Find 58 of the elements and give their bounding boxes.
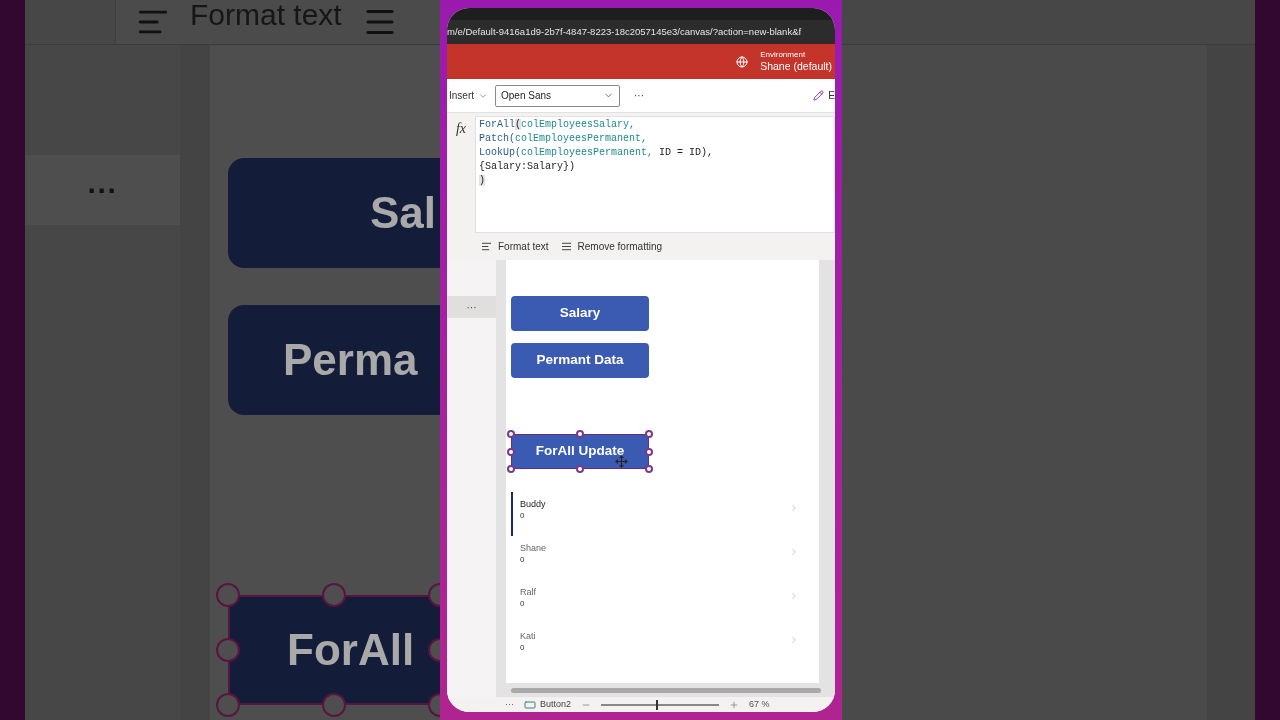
chevron-icon <box>789 635 799 645</box>
resize-handle[interactable] <box>576 430 584 438</box>
control-name[interactable]: Button2 <box>540 697 572 712</box>
canvas-button[interactable]: ForAll Update <box>511 434 649 469</box>
resize-handle[interactable] <box>322 693 346 717</box>
zoom-percent: 67 % <box>749 697 770 711</box>
item-title: Buddy <box>520 498 547 510</box>
formula-editor[interactable]: ForAll(colEmployeesSalary, Patch(colEmployeesPermanent, LookUp(colEmployeesPermanent, ID = ID), {Salary:Salary}) ) <box>475 116 835 233</box>
remove-formatting-button[interactable]: Remove formatting <box>560 239 663 254</box>
resize-handle[interactable] <box>645 430 653 438</box>
button-control-icon <box>524 698 536 711</box>
canvas-button[interactable]: ForAll <box>228 595 440 705</box>
chevron-icon <box>789 591 799 601</box>
environment-name[interactable]: Shane (default) <box>760 59 832 74</box>
item-subtitle: 0 <box>520 510 526 522</box>
resize-handle[interactable] <box>576 465 584 473</box>
resize-handle[interactable] <box>645 465 653 473</box>
text-lines-icon <box>481 241 492 252</box>
item-title: Kati <box>520 630 537 642</box>
item-subtitle: 0 <box>520 554 526 566</box>
pencil-icon[interactable] <box>813 90 825 101</box>
resize-handle[interactable] <box>216 583 240 607</box>
canvas-button[interactable]: Sal <box>228 158 440 268</box>
resize-handle[interactable] <box>216 638 240 662</box>
more-button[interactable]: ··· <box>447 296 496 318</box>
fx-label: fx <box>455 120 467 138</box>
item-subtitle: 0 <box>520 642 526 654</box>
canvas-button[interactable]: Salary <box>511 296 649 331</box>
item-title: Ralf <box>520 586 537 598</box>
chevron-icon <box>789 503 799 513</box>
more-button[interactable]: ··· <box>505 697 514 712</box>
gallery-item[interactable]: Kati 0 <box>511 624 811 668</box>
resize-handle[interactable] <box>507 430 515 438</box>
lines-icon <box>560 241 572 252</box>
gallery-item[interactable]: Buddy 0 <box>511 492 811 536</box>
code-line: {Salary:Salary}) <box>479 160 576 174</box>
environment-label: Environment <box>760 49 807 60</box>
edit-label[interactable]: E <box>828 88 835 103</box>
code-line: ForAll(colEmployeesSalary, <box>479 118 637 132</box>
zoom-in-icon[interactable] <box>729 699 740 710</box>
environment-icon <box>736 55 749 68</box>
code-line: LookUp(colEmployeesPermanent, ID = ID), <box>479 146 715 160</box>
item-subtitle: 0 <box>520 598 526 610</box>
resize-handle[interactable] <box>507 465 515 473</box>
gallery-item[interactable]: Ralf 0 <box>511 580 811 624</box>
item-title: Shane <box>520 542 548 554</box>
format-text-button[interactable]: Format text <box>481 239 549 254</box>
more-button[interactable]: ··· <box>634 88 644 103</box>
resize-handle[interactable] <box>322 583 346 607</box>
url-text[interactable]: m/e/Default-9416a1d9-2b7f-4847-8223-18c2057145e3/canvas/?action=new-blank&f <box>447 24 802 40</box>
code-line: Patch(colEmployeesPermanent, <box>479 132 649 146</box>
canvas-button[interactable]: Permant Data <box>511 343 649 378</box>
font-select[interactable]: Open Sans <box>495 84 620 107</box>
chevron-icon <box>789 547 799 557</box>
gallery-item[interactable]: Shane 0 <box>511 536 811 580</box>
resize-handle[interactable] <box>216 693 240 717</box>
canvas-button[interactable]: Perma <box>228 305 440 415</box>
insert-menu[interactable]: Insert <box>449 88 488 103</box>
